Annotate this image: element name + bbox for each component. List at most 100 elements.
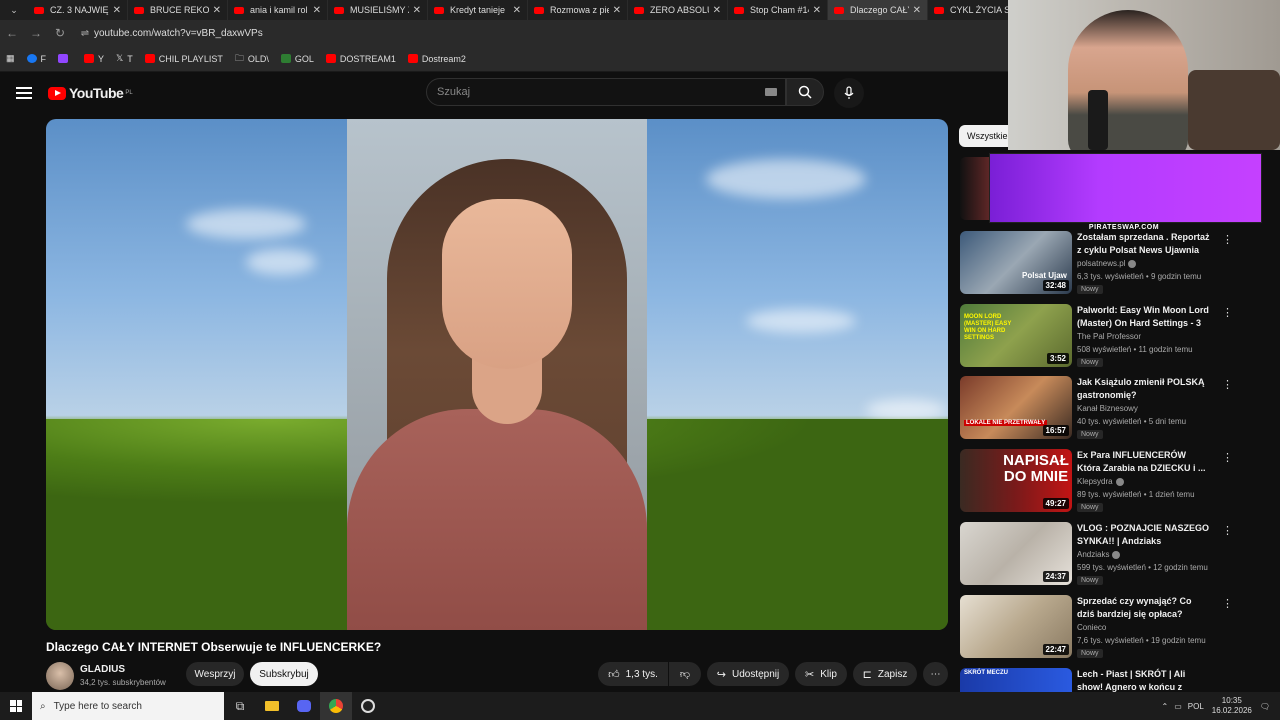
folder-icon: 🗀 (234, 52, 244, 63)
dislike-button[interactable]: 👎︎ (669, 662, 701, 686)
recommendation-item[interactable]: SKRÓT MECZU Lech - Piast | SKRÓT | Ali s… (960, 668, 1220, 692)
recommendation-item[interactable]: 22:47 Sprzedać czy wynająć? Co dziś bard… (960, 595, 1233, 663)
tab-7[interactable]: Stop Cham #14 ✕ (728, 0, 828, 20)
task-view-icon[interactable]: ⧉ (224, 692, 256, 720)
tab-6[interactable]: ZERO ABSOLUT✕ (628, 0, 728, 20)
like-button[interactable]: 👍︎ 1,3 tys. (598, 662, 668, 686)
chevron-up-icon[interactable]: ⌃ (1162, 702, 1169, 711)
close-tab-icon[interactable]: ✕ (313, 5, 321, 16)
recommendation-item[interactable]: 24:37 VLOG : POZNAJCIE NASZEGO SYNKA!! |… (960, 522, 1233, 590)
recommendation-item[interactable]: Polsat Ujaw 32:48 Zostałam sprzedana . R… (960, 231, 1233, 299)
url-field[interactable]: ⇌ youtube.com/watch?v=vBR_daxwVPs (76, 23, 1016, 43)
more-vertical-icon[interactable]: ⋮ (1222, 306, 1233, 319)
language-indicator[interactable]: POL (1188, 702, 1204, 711)
discord-icon[interactable] (288, 692, 320, 720)
close-tab-icon[interactable]: ✕ (513, 5, 521, 16)
clip-button[interactable]: ✂ Klip (795, 662, 847, 686)
reload-icon[interactable]: ↻ (48, 26, 72, 40)
support-button[interactable]: Wesprzyj (186, 662, 244, 686)
more-vertical-icon[interactable]: ⋮ (1222, 524, 1233, 537)
back-icon[interactable]: ← (0, 26, 24, 40)
youtube-icon (144, 54, 155, 63)
share-button[interactable]: ↪ Udostępnij (707, 662, 789, 686)
close-tab-icon[interactable]: ✕ (213, 5, 221, 16)
facebook-icon (26, 54, 37, 63)
youtube-play-icon (48, 86, 66, 100)
close-tab-icon[interactable]: ✕ (813, 5, 821, 16)
menu-icon[interactable] (16, 87, 32, 99)
apps-grid-icon[interactable]: ▦ (6, 53, 15, 64)
cloud-shape (746, 309, 856, 333)
start-button[interactable] (0, 692, 32, 720)
more-vertical-icon[interactable]: ⋮ (1222, 597, 1233, 610)
close-tab-icon[interactable]: ✕ (713, 5, 721, 16)
youtube-favicon-icon (434, 6, 444, 14)
voice-search-button[interactable] (834, 78, 864, 108)
video-title: Dlaczego CAŁY INTERNET Obserwuje te INFL… (46, 640, 382, 654)
tab-search-button[interactable]: ⌄ (0, 0, 28, 20)
promo-label: PIRATESWAP.COM (1088, 224, 1160, 231)
chrome-icon[interactable] (320, 692, 352, 720)
bookmark-chil-playlist[interactable]: CHIL PLAYLIST (144, 54, 223, 64)
save-button[interactable]: ⊏ Zapisz (853, 662, 917, 686)
close-tab-icon[interactable]: ✕ (613, 5, 621, 16)
bookmark-dostream1[interactable]: DOSTREAM1 (325, 54, 396, 64)
more-actions-button[interactable]: ⋯ (923, 662, 948, 686)
bookmark-folder-old[interactable]: 🗀 OLD\ (235, 51, 269, 67)
tab-0[interactable]: CZ. 3 NAJWIĘK ✕ (28, 0, 128, 20)
more-vertical-icon[interactable]: ⋮ (1222, 233, 1233, 246)
youtube-favicon-icon (834, 6, 844, 14)
video-player[interactable] (46, 119, 948, 630)
verified-icon (1115, 477, 1124, 486)
youtube-icon (325, 54, 336, 63)
more-horizontal-icon: ⋯ (930, 668, 941, 680)
video-thumbnail: 22:47 (960, 595, 1072, 658)
bookmark-facebook[interactable]: F (26, 54, 46, 64)
tab-4[interactable]: Kredyt tanieje ✕ (428, 0, 528, 20)
more-vertical-icon[interactable]: ⋮ (1222, 378, 1233, 391)
youtube-favicon-icon (734, 6, 744, 14)
recommendation-item[interactable]: NAPISAŁ DO MNIE 49:27 Ex Para INFLUENCER… (960, 449, 1233, 517)
recommendation-item[interactable]: MOON LORD (MASTER) EASY WIN ON HARD SETT… (960, 304, 1233, 372)
bookmark-twitch[interactable] (58, 54, 72, 63)
channel-avatar[interactable] (46, 662, 74, 690)
streamer-webcam-overlay (1008, 0, 1280, 150)
x-logo-icon: 𝕏 (116, 53, 124, 63)
close-tab-icon[interactable]: ✕ (113, 5, 121, 16)
tab-8-active[interactable]: Dlaczego CAŁY ✕ (828, 0, 928, 20)
tab-2[interactable]: ania i kamil rol ✕ (228, 0, 328, 20)
tab-5[interactable]: Rozmowa z pie ✕ (528, 0, 628, 20)
subscribe-button[interactable]: Subskrybuj (250, 662, 318, 686)
recommendation-item[interactable]: LOKALE NIE PRZETRWAŁY 16:57 Jak Książulo… (960, 376, 1233, 444)
scissors-icon: ✂ (805, 668, 815, 681)
bookmark-x[interactable]: 𝕏T (116, 53, 133, 64)
close-tab-icon[interactable]: ✕ (413, 5, 421, 16)
notification-icon[interactable]: 🗨︎ (1260, 702, 1270, 711)
gol-icon (280, 54, 291, 63)
channel-name[interactable]: GLADIUS (80, 664, 125, 675)
youtube-logo[interactable]: YouTube PL (48, 85, 133, 101)
forward-icon[interactable]: → (24, 26, 48, 40)
obs-icon[interactable] (352, 692, 384, 720)
clock[interactable]: 10:35 16.02.2026 (1212, 696, 1252, 716)
bookmark-gol[interactable]: GOL (280, 54, 314, 64)
keyboard-icon[interactable] (765, 88, 777, 96)
close-tab-icon[interactable]: ✕ (913, 5, 921, 16)
search-button[interactable] (786, 78, 824, 106)
more-vertical-icon[interactable]: ⋮ (1222, 451, 1233, 464)
taskbar-search-input[interactable]: ⌕ Type here to search (32, 692, 224, 720)
file-explorer-icon[interactable] (256, 692, 288, 720)
site-info-icon[interactable]: ⇌ (76, 28, 94, 39)
search-input[interactable]: Szukaj (426, 78, 786, 106)
bookmark-dostream2[interactable]: Dostream2 (407, 54, 466, 64)
search-icon: ⌕ (40, 700, 46, 712)
youtube-favicon-icon (34, 6, 44, 14)
tab-1[interactable]: BRUCE REKORD✕ (128, 0, 228, 20)
search-icon (798, 85, 812, 99)
network-icon[interactable]: ▭ (1174, 702, 1182, 711)
video-thumbnail: LOKALE NIE PRZETRWAŁY 16:57 (960, 376, 1072, 439)
cloud-shape (246, 249, 316, 275)
bookmark-youtube[interactable]: Y (84, 54, 104, 64)
tab-3[interactable]: MUSIELIŚMY Z ✕ (328, 0, 428, 20)
cloud-shape (706, 159, 866, 199)
